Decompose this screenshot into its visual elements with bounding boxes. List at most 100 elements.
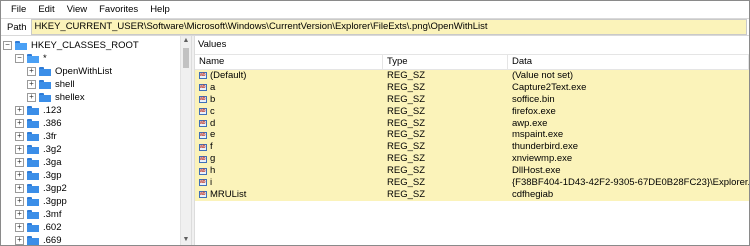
table-row[interactable]: b REG_SZ soffice.bin: [195, 93, 749, 106]
expand-toggle[interactable]: +: [15, 210, 24, 219]
menu-favorites[interactable]: Favorites: [93, 1, 144, 18]
string-value-icon: [199, 82, 207, 94]
table-row[interactable]: c REG_SZ firefox.exe: [195, 105, 749, 118]
tree-node-label: .3gp2: [43, 183, 67, 194]
table-row[interactable]: (Default) REG_SZ (Value not set): [195, 70, 749, 82]
tree-node-key[interactable]: + .386: [15, 117, 62, 130]
expand-toggle[interactable]: +: [15, 145, 24, 154]
folder-icon: [27, 171, 39, 180]
value-type: REG_SZ: [387, 129, 426, 141]
expand-toggle[interactable]: +: [15, 197, 24, 206]
expand-toggle[interactable]: +: [15, 132, 24, 141]
tree-scrollbar[interactable]: ▲ ▼: [180, 36, 191, 245]
tree-node-key[interactable]: + .3fr: [15, 130, 57, 143]
string-value-icon: [199, 189, 207, 201]
table-row[interactable]: g REG_SZ xnviewmp.exe: [195, 153, 749, 166]
folder-icon: [27, 132, 39, 141]
scroll-up-icon[interactable]: ▲: [181, 36, 191, 46]
value-type: REG_SZ: [387, 70, 426, 81]
value-name: MRUList: [210, 188, 247, 200]
string-value-icon: [199, 118, 207, 129]
table-row[interactable]: f REG_SZ thunderbird.exe: [195, 141, 749, 154]
column-header-data[interactable]: Data: [508, 55, 749, 69]
value-data: soffice.bin: [512, 93, 555, 105]
expand-toggle[interactable]: +: [15, 236, 24, 245]
folder-icon: [39, 80, 51, 89]
string-value-icon: [199, 166, 207, 177]
value-data: firefox.exe: [512, 105, 556, 117]
tree-node-label: HKEY_CLASSES_ROOT: [31, 40, 139, 51]
string-value-icon: [199, 142, 207, 153]
tree-node-key[interactable]: + .3mf: [15, 208, 61, 221]
tree-node-root[interactable]: − HKEY_CLASSES_ROOT: [3, 39, 139, 52]
tree-node-key[interactable]: + .3g2: [15, 143, 62, 156]
scroll-down-icon[interactable]: ▼: [181, 235, 191, 245]
tree-node-label: .3gpp: [43, 196, 67, 207]
table-row[interactable]: d REG_SZ awp.exe: [195, 117, 749, 130]
collapse-toggle[interactable]: −: [15, 54, 24, 63]
tree-node-star[interactable]: − *: [15, 52, 47, 65]
value-name: b: [210, 93, 216, 105]
tree-node-label: *: [43, 53, 47, 64]
value-type: REG_SZ: [387, 177, 426, 189]
values-pane: Values Name Type Data (Default) REG_SZ (…: [195, 36, 749, 245]
value-data: Capture2Text.exe: [512, 81, 587, 93]
expand-toggle[interactable]: +: [15, 106, 24, 115]
expand-toggle[interactable]: +: [15, 171, 24, 180]
table-row[interactable]: a REG_SZ Capture2Text.exe: [195, 81, 749, 94]
value-type: REG_SZ: [387, 188, 426, 200]
value-data: (Value not set): [512, 70, 574, 81]
tree-node-label: shell: [55, 79, 75, 90]
folder-icon: [27, 236, 39, 245]
expand-toggle[interactable]: +: [15, 223, 24, 232]
tree-node-shell[interactable]: + shell: [27, 78, 75, 91]
tree-node-key[interactable]: + .3gp2: [15, 182, 67, 195]
table-row[interactable]: MRUList REG_SZ cdfhegiab: [195, 188, 749, 201]
table-row[interactable]: h REG_SZ DllHost.exe: [195, 165, 749, 178]
tree-node-key[interactable]: + .3ga: [15, 156, 62, 169]
tree-node-shellex[interactable]: + shellex: [27, 91, 85, 104]
expand-toggle[interactable]: +: [15, 119, 24, 128]
tree-node-label: .3g2: [43, 144, 62, 155]
value-name: (Default): [210, 70, 247, 81]
menu-file[interactable]: File: [5, 1, 32, 18]
value-data: mspaint.exe: [512, 129, 564, 141]
expand-toggle[interactable]: +: [15, 158, 24, 167]
folder-icon: [39, 67, 51, 76]
folder-icon: [27, 197, 39, 206]
menu-view[interactable]: View: [61, 1, 93, 18]
expand-toggle[interactable]: +: [27, 93, 36, 102]
menu-edit[interactable]: Edit: [32, 1, 60, 18]
expand-toggle[interactable]: +: [27, 67, 36, 76]
tree-node-key[interactable]: + .669: [15, 234, 62, 245]
path-input[interactable]: HKEY_CURRENT_USER\Software\Microsoft\Win…: [30, 19, 747, 35]
string-value-icon: [199, 130, 207, 141]
value-type: REG_SZ: [387, 117, 426, 129]
expand-toggle[interactable]: +: [15, 184, 24, 193]
value-data: {F38BF404-1D43-42F2-9305-67DE0B28FC23}\E…: [512, 177, 749, 189]
tree-node-label: shellex: [55, 92, 85, 103]
folder-icon: [27, 106, 39, 115]
tree-node-key[interactable]: + .602: [15, 221, 62, 234]
column-header-type[interactable]: Type: [383, 55, 508, 69]
tree-node-key[interactable]: + .3gpp: [15, 195, 67, 208]
menu-help[interactable]: Help: [144, 1, 176, 18]
table-row[interactable]: e REG_SZ mspaint.exe: [195, 129, 749, 142]
column-header-name[interactable]: Name: [195, 55, 383, 69]
string-value-icon: [199, 106, 207, 118]
folder-icon: [27, 158, 39, 167]
tree-node-key[interactable]: + .3gp: [15, 169, 62, 182]
table-row[interactable]: i REG_SZ {F38BF404-1D43-42F2-9305-67DE0B…: [195, 177, 749, 189]
value-data: thunderbird.exe: [512, 141, 579, 153]
tree-node-label: OpenWithList: [55, 66, 113, 77]
tree-node-key[interactable]: + .123: [15, 104, 62, 117]
regedit-window: File Edit View Favorites Help Path HKEY_…: [0, 0, 750, 246]
folder-icon: [27, 119, 39, 128]
folder-icon: [27, 223, 39, 232]
scrollbar-thumb[interactable]: [183, 48, 189, 68]
collapse-toggle[interactable]: −: [3, 41, 12, 50]
tree-node-openwithlist[interactable]: + OpenWithList: [27, 65, 112, 78]
folder-icon: [27, 54, 39, 63]
string-value-icon: [199, 177, 207, 189]
expand-toggle[interactable]: +: [27, 80, 36, 89]
